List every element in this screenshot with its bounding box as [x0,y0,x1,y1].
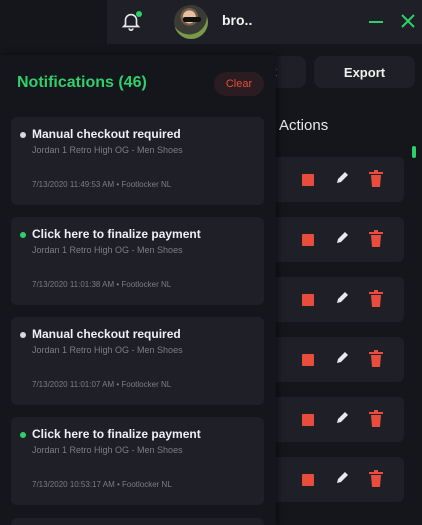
clear-notifications-button[interactable]: Clear [214,72,264,96]
stop-icon[interactable] [302,414,314,426]
trash-icon[interactable] [369,410,383,427]
notification-meta: 7/13/2020 11:01:38 AM • Footlocker NL [32,280,172,289]
minimize-icon[interactable] [367,12,385,30]
top-bar: bro.. [107,0,422,44]
edit-icon[interactable] [334,170,350,186]
avatar[interactable] [174,5,208,39]
notification-card[interactable]: Click here to finalize payment Jordan 1 … [11,417,264,505]
export-button[interactable]: Export [314,56,415,88]
notification-card[interactable]: Manual checkout required Jordan 1 Retro … [11,117,264,205]
edit-icon[interactable] [334,470,350,486]
stop-icon[interactable] [302,234,314,246]
table-row [265,217,404,262]
trash-icon[interactable] [369,470,383,487]
notification-indicator-dot [136,11,142,17]
notification-product: Jordan 1 Retro High OG - Men Shoes [32,245,183,255]
notification-meta: 7/13/2020 11:01:07 AM • Footlocker NL [32,380,172,389]
notification-product: Jordan 1 Retro High OG - Men Shoes [32,445,183,455]
notification-card-partial[interactable] [11,518,264,525]
stop-icon[interactable] [302,354,314,366]
table-row [265,157,404,202]
username[interactable]: bro.. [222,12,252,28]
stop-icon[interactable] [302,294,314,306]
notifications-title: Notifications (46) [17,74,147,91]
notification-meta: 7/13/2020 10:53:17 AM • Footlocker NL [32,480,172,489]
scrollbar-thumb[interactable] [412,146,416,158]
close-icon[interactable] [398,11,418,31]
edit-icon[interactable] [334,350,350,366]
trash-icon[interactable] [369,230,383,247]
notifications-panel: Notifications (46) Clear Manual checkout… [0,55,276,525]
table-row [265,277,404,322]
trash-icon[interactable] [369,170,383,187]
notification-title: Click here to finalize payment [32,427,201,441]
trash-icon[interactable] [369,350,383,367]
status-dot [20,332,26,338]
notification-title: Manual checkout required [32,127,181,141]
edit-icon[interactable] [334,290,350,306]
table-row [265,337,404,382]
edit-icon[interactable] [334,230,350,246]
notification-card[interactable]: Click here to finalize payment Jordan 1 … [11,217,264,305]
notification-meta: 7/13/2020 11:49:53 AM • Footlocker NL [32,180,172,189]
status-dot [20,132,26,138]
tasks-table-area: t Export Actions [265,44,422,525]
notification-title: Click here to finalize payment [32,227,201,241]
status-dot [20,232,26,238]
trash-icon[interactable] [369,290,383,307]
table-row [265,457,404,502]
edit-icon[interactable] [334,410,350,426]
table-row [265,397,404,442]
actions-column-header: Actions [279,117,329,134]
notification-title: Manual checkout required [32,327,181,341]
notification-product: Jordan 1 Retro High OG - Men Shoes [32,345,183,355]
notification-product: Jordan 1 Retro High OG - Men Shoes [32,145,183,155]
stop-icon[interactable] [302,474,314,486]
status-dot [20,432,26,438]
stop-icon[interactable] [302,174,314,186]
notification-card[interactable]: Manual checkout required Jordan 1 Retro … [11,317,264,405]
